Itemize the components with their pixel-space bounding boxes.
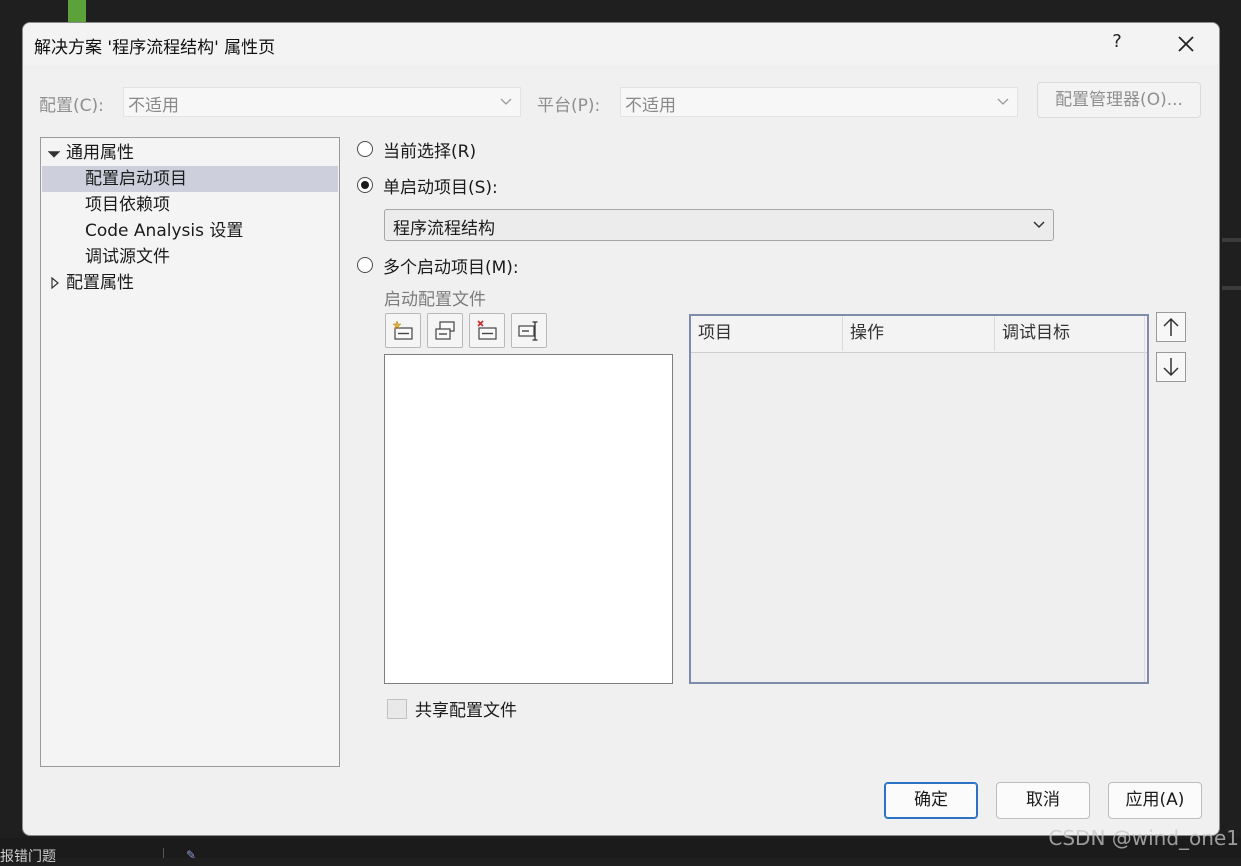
tree-item-code-analysis[interactable]: Code Analysis 设置 bbox=[42, 218, 338, 244]
rename-profile-icon bbox=[518, 321, 538, 341]
chevron-down-icon bbox=[997, 98, 1009, 105]
ide-bottom-separator bbox=[163, 848, 164, 858]
column-header-project[interactable]: 项目 bbox=[691, 316, 843, 351]
share-profile-label: 共享配置文件 bbox=[415, 701, 517, 721]
collapsed-triangle-icon[interactable] bbox=[49, 270, 61, 296]
radio-current-selection-label: 当前选择(R) bbox=[383, 142, 477, 162]
tree-item-label: 调试源文件 bbox=[85, 247, 170, 267]
launch-profile-list[interactable] bbox=[384, 354, 673, 684]
apply-button[interactable]: 应用(A) bbox=[1108, 782, 1202, 819]
radio-single-startup-label: 单启动项目(S): bbox=[383, 178, 498, 198]
title-bar: 解决方案 '程序流程结构' 属性页 ? bbox=[23, 23, 1219, 65]
tree-item-project-dependencies[interactable]: 项目依赖项 bbox=[42, 192, 338, 218]
grid-border bbox=[1144, 316, 1145, 682]
help-button[interactable]: ? bbox=[1107, 31, 1127, 55]
radio-multiple-startup-label: 多个启动项目(M): bbox=[383, 258, 519, 278]
dialog-title: 解决方案 '程序流程结构' 属性页 bbox=[34, 38, 276, 58]
ide-bottom-text: 报错门题 bbox=[0, 849, 56, 865]
radio-multiple-startup[interactable] bbox=[357, 257, 373, 273]
move-up-button[interactable] bbox=[1156, 312, 1186, 342]
ok-button[interactable]: 确定 bbox=[884, 782, 978, 819]
arrow-up-icon bbox=[1163, 317, 1179, 336]
platform-select[interactable]: 不适用 bbox=[620, 87, 1018, 117]
expanded-triangle-icon[interactable] bbox=[48, 140, 60, 166]
ide-indicator bbox=[68, 0, 86, 24]
share-profile-checkbox[interactable] bbox=[387, 699, 407, 719]
radio-current-selection[interactable] bbox=[357, 141, 373, 157]
new-profile-button[interactable] bbox=[385, 313, 421, 348]
arrow-down-icon bbox=[1163, 358, 1179, 377]
copy-profile-icon bbox=[435, 321, 455, 340]
cancel-button[interactable]: 取消 bbox=[996, 782, 1090, 819]
property-pages-dialog: 解决方案 '程序流程结构' 属性页 ? 配置(C): 不适用 平台(P): 不适… bbox=[22, 22, 1220, 836]
single-startup-select[interactable]: 程序流程结构 bbox=[384, 209, 1054, 241]
radio-selected-dot bbox=[361, 181, 369, 189]
platform-value: 不适用 bbox=[625, 96, 676, 116]
chevron-down-icon bbox=[1033, 221, 1045, 229]
watermark: CSDN @wind_one1 bbox=[1048, 826, 1239, 850]
tree-item-label: 项目依赖项 bbox=[85, 195, 170, 215]
property-tree: 通用属性 配置启动项目 项目依赖项 Code Analysis 设置 调试源文件… bbox=[40, 137, 340, 767]
launch-profile-label: 启动配置文件 bbox=[384, 290, 486, 310]
delete-profile-button[interactable] bbox=[469, 313, 505, 348]
config-value: 不适用 bbox=[128, 96, 179, 116]
tree-item-label: 配置属性 bbox=[66, 273, 134, 293]
startup-projects-grid[interactable]: 项目 操作 调试目标 bbox=[689, 314, 1149, 684]
ide-tool-icon: ✎ bbox=[186, 848, 197, 862]
column-header-debug-target[interactable]: 调试目标 bbox=[995, 316, 1145, 351]
column-header-action[interactable]: 操作 bbox=[843, 316, 995, 351]
tree-item-startup-project[interactable]: 配置启动项目 bbox=[42, 166, 338, 192]
ide-divider bbox=[1222, 286, 1241, 290]
close-icon bbox=[1178, 36, 1194, 52]
tree-item-common-properties[interactable]: 通用属性 bbox=[42, 140, 338, 166]
single-startup-value: 程序流程结构 bbox=[393, 219, 495, 239]
tree-item-debug-source-files[interactable]: 调试源文件 bbox=[42, 244, 338, 270]
tree-item-label: 通用属性 bbox=[66, 143, 134, 163]
chevron-down-icon bbox=[500, 98, 512, 105]
config-label: 配置(C): bbox=[39, 96, 104, 116]
tree-item-label: 配置启动项目 bbox=[85, 169, 187, 189]
close-button[interactable] bbox=[1173, 31, 1199, 57]
new-profile-icon bbox=[392, 320, 413, 340]
delete-profile-icon bbox=[477, 320, 497, 340]
grid-header: 项目 操作 调试目标 bbox=[691, 316, 1147, 353]
platform-label: 平台(P): bbox=[537, 96, 601, 116]
radio-single-startup[interactable] bbox=[357, 177, 373, 193]
config-manager-button[interactable]: 配置管理器(O)... bbox=[1037, 82, 1201, 118]
tree-item-configuration-properties[interactable]: 配置属性 bbox=[42, 270, 338, 296]
ide-divider bbox=[1222, 238, 1241, 242]
move-down-button[interactable] bbox=[1156, 352, 1186, 382]
config-select[interactable]: 不适用 bbox=[123, 87, 521, 117]
tree-item-label: Code Analysis 设置 bbox=[85, 221, 244, 241]
rename-profile-button[interactable] bbox=[511, 313, 547, 348]
copy-profile-button[interactable] bbox=[427, 313, 463, 348]
